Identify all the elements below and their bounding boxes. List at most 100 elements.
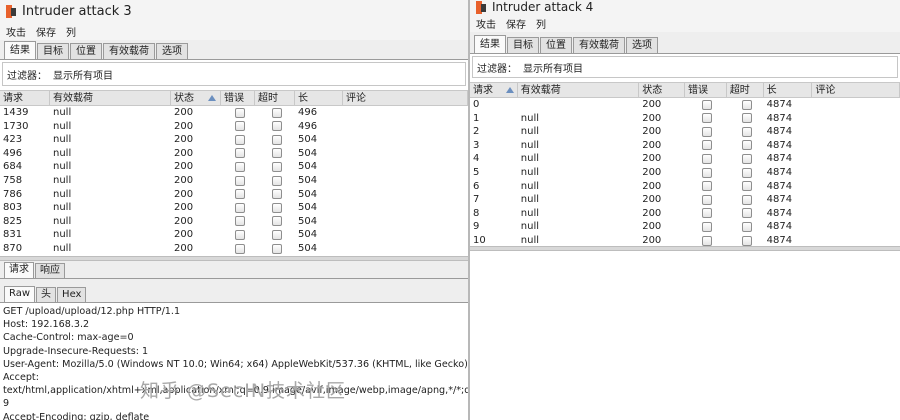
table-row[interactable]: 803 null 200 504 — [0, 201, 468, 215]
timeout-checkbox[interactable] — [741, 99, 752, 110]
table-row[interactable]: 758 null 200 504 — [0, 174, 468, 188]
col-request[interactable]: 请求 — [470, 83, 518, 97]
timeout-checkbox[interactable] — [741, 181, 752, 192]
error-checkbox[interactable] — [702, 235, 713, 246]
timeout-checkbox[interactable] — [271, 121, 282, 132]
filter-bar[interactable]: 过滤器： 显示所有项目 — [472, 56, 898, 78]
table-row[interactable]: 423 null 200 504 — [0, 133, 468, 147]
timeout-checkbox[interactable] — [271, 229, 282, 240]
table-row[interactable]: 7 null 200 4874 — [470, 193, 900, 207]
col-timeout[interactable]: 超时 — [727, 83, 764, 97]
tab-headers[interactable]: 头 — [36, 287, 57, 302]
tab-payloads[interactable]: 有效载荷 — [573, 37, 625, 53]
error-checkbox[interactable] — [234, 175, 245, 186]
table-row[interactable]: 786 null 200 504 — [0, 188, 468, 202]
table-row[interactable]: 825 null 200 504 — [0, 215, 468, 229]
timeout-checkbox[interactable] — [741, 194, 752, 205]
timeout-checkbox[interactable] — [271, 134, 282, 145]
error-checkbox[interactable] — [234, 202, 245, 213]
tab-hex[interactable]: Hex — [57, 287, 87, 302]
timeout-checkbox[interactable] — [271, 216, 282, 227]
col-payload[interactable]: 有效载荷 — [518, 83, 640, 97]
timeout-checkbox[interactable] — [271, 202, 282, 213]
menu-attack[interactable]: 攻击 — [476, 16, 496, 31]
tab-options[interactable]: 选项 — [156, 43, 188, 59]
timeout-checkbox[interactable] — [741, 126, 752, 137]
tab-response[interactable]: 响应 — [35, 263, 65, 278]
error-checkbox[interactable] — [702, 208, 713, 219]
error-checkbox[interactable] — [234, 161, 245, 172]
col-comment[interactable]: 评论 — [812, 83, 900, 97]
table-row[interactable]: 10 null 200 4874 — [470, 234, 900, 246]
error-checkbox[interactable] — [234, 148, 245, 159]
tab-positions[interactable]: 位置 — [540, 37, 572, 53]
error-checkbox[interactable] — [234, 216, 245, 227]
table-row[interactable]: 6 null 200 4874 — [470, 180, 900, 194]
timeout-checkbox[interactable] — [271, 161, 282, 172]
timeout-checkbox[interactable] — [741, 167, 752, 178]
timeout-checkbox[interactable] — [741, 113, 752, 124]
table-row[interactable]: 2 null 200 4874 — [470, 125, 900, 139]
table-row[interactable]: 684 null 200 504 — [0, 160, 468, 174]
col-error[interactable]: 错误 — [685, 83, 727, 97]
table-row[interactable]: 870 null 200 504 — [0, 242, 468, 256]
menu-columns[interactable]: 列 — [66, 24, 76, 39]
menu-attack[interactable]: 攻击 — [6, 24, 26, 39]
filter-bar[interactable]: 过滤器： 显示所有项目 — [2, 62, 466, 86]
timeout-checkbox[interactable] — [271, 243, 282, 254]
tab-results[interactable]: 结果 — [474, 35, 506, 53]
col-length[interactable]: 长 — [764, 83, 813, 97]
error-checkbox[interactable] — [702, 126, 713, 137]
error-checkbox[interactable] — [702, 194, 713, 205]
timeout-checkbox[interactable] — [741, 208, 752, 219]
error-checkbox[interactable] — [702, 113, 713, 124]
table-row[interactable]: 5 null 200 4874 — [470, 166, 900, 180]
tab-target[interactable]: 目标 — [507, 37, 539, 53]
menu-save[interactable]: 保存 — [506, 16, 526, 31]
table-row[interactable]: 0 200 4874 — [470, 98, 900, 112]
split-divider[interactable] — [470, 246, 900, 251]
table-row[interactable]: 1730 null 200 496 — [0, 120, 468, 134]
error-checkbox[interactable] — [234, 121, 245, 132]
tab-options[interactable]: 选项 — [626, 37, 658, 53]
table-row[interactable]: 8 null 200 4874 — [470, 207, 900, 221]
timeout-checkbox[interactable] — [741, 153, 752, 164]
tab-target[interactable]: 目标 — [37, 43, 69, 59]
timeout-checkbox[interactable] — [271, 175, 282, 186]
table-row[interactable]: 4 null 200 4874 — [470, 152, 900, 166]
error-checkbox[interactable] — [234, 243, 245, 254]
timeout-checkbox[interactable] — [741, 221, 752, 232]
error-checkbox[interactable] — [234, 134, 245, 145]
error-checkbox[interactable] — [702, 140, 713, 151]
error-checkbox[interactable] — [234, 229, 245, 240]
table-row[interactable]: 9 null 200 4874 — [470, 220, 900, 234]
error-checkbox[interactable] — [702, 221, 713, 232]
menu-save[interactable]: 保存 — [36, 24, 56, 39]
error-checkbox[interactable] — [702, 167, 713, 178]
col-status[interactable]: 状态 — [639, 83, 685, 97]
timeout-checkbox[interactable] — [741, 140, 752, 151]
error-checkbox[interactable] — [234, 189, 245, 200]
col-length[interactable]: 长 — [295, 91, 343, 105]
timeout-checkbox[interactable] — [271, 148, 282, 159]
tab-payloads[interactable]: 有效载荷 — [103, 43, 155, 59]
table-row[interactable]: 1 null 200 4874 — [470, 112, 900, 126]
error-checkbox[interactable] — [234, 107, 245, 118]
error-checkbox[interactable] — [702, 153, 713, 164]
menu-columns[interactable]: 列 — [536, 16, 546, 31]
table-row[interactable]: 3 null 200 4874 — [470, 139, 900, 153]
tab-raw[interactable]: Raw — [4, 286, 36, 302]
timeout-checkbox[interactable] — [271, 107, 282, 118]
col-status[interactable]: 状态 — [171, 91, 221, 105]
tab-positions[interactable]: 位置 — [70, 43, 102, 59]
tab-results[interactable]: 结果 — [4, 41, 36, 59]
error-checkbox[interactable] — [702, 181, 713, 192]
table-row[interactable]: 831 null 200 504 — [0, 228, 468, 242]
timeout-checkbox[interactable] — [741, 235, 752, 246]
col-error[interactable]: 错误 — [221, 91, 255, 105]
table-row[interactable]: 496 null 200 504 — [0, 147, 468, 161]
col-request[interactable]: 请求 — [0, 91, 50, 105]
tab-request[interactable]: 请求 — [4, 262, 34, 278]
col-comment[interactable]: 评论 — [343, 91, 468, 105]
error-checkbox[interactable] — [702, 99, 713, 110]
